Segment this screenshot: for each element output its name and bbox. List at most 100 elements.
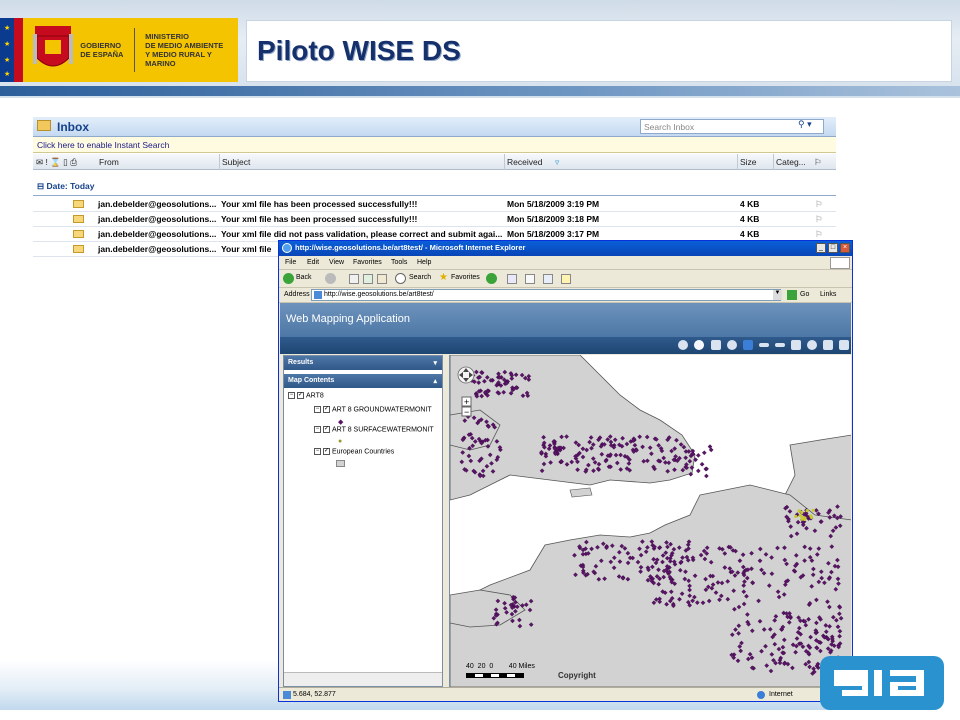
measure-icon[interactable] <box>823 340 833 350</box>
email-row[interactable]: jan.debelder@geosolutions... Your xml fi… <box>33 212 836 227</box>
pan-hand-icon[interactable] <box>711 340 721 350</box>
window-title: http://wise.geosolutions.be/art8test/ - … <box>295 243 526 252</box>
zoom-out-icon[interactable] <box>694 340 704 350</box>
search-icon[interactable] <box>395 273 406 284</box>
collapse-toggle-icon[interactable]: − <box>288 392 295 399</box>
column-from[interactable]: From <box>99 157 119 167</box>
collapse-icon[interactable]: ⊟ <box>37 181 44 191</box>
layer-checkbox[interactable]: ✓ <box>323 448 330 455</box>
column-categories[interactable]: Categ... <box>776 157 806 167</box>
chevron-up-icon[interactable]: ▴ <box>433 377 437 385</box>
surfacewater-point[interactable] <box>800 517 804 521</box>
flag-icon[interactable]: ⚐ <box>815 229 823 240</box>
date-group-header[interactable]: ⊟ Date: Today <box>33 181 95 192</box>
menu-file[interactable]: File <box>285 259 296 266</box>
column-size[interactable]: Size <box>740 157 757 167</box>
map-copyright[interactable]: Copyright <box>558 671 596 680</box>
map-canvas[interactable]: + − <box>450 355 851 687</box>
print-icon[interactable] <box>525 274 535 284</box>
layer-surfacewater[interactable]: − ✓ ART 8 SURFACEWATERMONIT <box>314 426 434 433</box>
pan-control-icon[interactable] <box>457 366 475 384</box>
column-received[interactable]: Received <box>507 157 542 167</box>
collapse-toggle-icon[interactable]: − <box>314 426 321 433</box>
flag-icon[interactable]: ⚐ <box>815 214 823 225</box>
identify-icon[interactable] <box>807 340 817 350</box>
forward-extent-icon[interactable] <box>775 343 785 347</box>
select-icon[interactable] <box>791 340 801 350</box>
email-subject: Your xml file has been processed success… <box>221 199 418 209</box>
importance-icon[interactable]: ✉ ! ⌛ ▯ ⎙ <box>36 157 77 168</box>
edit-icon[interactable] <box>543 274 553 284</box>
go-arrow-icon[interactable] <box>787 290 797 300</box>
map-contents-panel-header[interactable]: Map Contents ▴ <box>284 374 442 388</box>
layer-countries[interactable]: − ✓ European Countries <box>314 448 394 455</box>
menu-view[interactable]: View <box>329 259 344 266</box>
refresh-icon[interactable] <box>363 274 373 284</box>
history-icon[interactable] <box>486 273 497 284</box>
search-button[interactable]: Search <box>409 274 431 281</box>
monitoring-point[interactable] <box>701 450 707 456</box>
search-icon[interactable]: ⚲ ▾ <box>798 119 812 130</box>
surfacewater-point[interactable] <box>794 514 798 519</box>
back-extent-icon[interactable] <box>759 343 769 347</box>
links-button[interactable]: Links <box>820 291 836 298</box>
layer-label: ART 8 SURFACEWATERMONIT <box>332 426 434 434</box>
collapse-toggle-icon[interactable]: − <box>314 406 321 413</box>
close-button[interactable]: × <box>840 243 850 253</box>
email-row[interactable]: jan.debelder@geosolutions... Your xml fi… <box>33 197 836 212</box>
full-extent-icon[interactable] <box>727 340 737 350</box>
layer-groundwater[interactable]: − ✓ ART 8 GROUNDWATERMONIT <box>314 406 432 413</box>
surfacewater-point[interactable] <box>805 509 809 513</box>
flag-column-icon[interactable]: ⚐ <box>814 157 822 168</box>
results-panel-header[interactable]: Results ▾ <box>284 356 442 370</box>
folder-icon[interactable] <box>561 274 571 284</box>
back-button[interactable]: Back <box>296 274 312 281</box>
home-icon[interactable] <box>377 274 387 284</box>
inbox-header: Inbox Search Inbox ⚲ ▾ <box>33 117 836 137</box>
monitoring-point[interactable] <box>699 461 705 467</box>
forward-arrow-icon[interactable] <box>325 273 336 284</box>
horizontal-scrollbar[interactable] <box>284 672 442 686</box>
column-subject[interactable]: Subject <box>222 157 250 167</box>
windows-logo-icon <box>830 257 850 269</box>
layer-checkbox[interactable]: ✓ <box>323 426 330 433</box>
menu-favorites[interactable]: Favorites <box>353 259 382 266</box>
monitoring-point[interactable] <box>704 473 709 479</box>
collapse-toggle-icon[interactable]: − <box>314 448 321 455</box>
menu-edit[interactable]: Edit <box>307 259 319 266</box>
mail-icon[interactable] <box>507 274 517 284</box>
zoom-in-icon[interactable] <box>678 340 688 350</box>
layer-checkbox[interactable]: ✓ <box>323 406 330 413</box>
scale-bar-graphic <box>466 673 524 678</box>
browser-titlebar[interactable]: http://wise.geosolutions.be/art8test/ - … <box>279 241 852 256</box>
menu-tools[interactable]: Tools <box>391 259 407 266</box>
surfacewater-point[interactable] <box>800 510 804 514</box>
monitoring-point[interactable] <box>695 468 701 474</box>
instant-search-bar[interactable]: Click here to enable Instant Search <box>33 137 836 153</box>
surfacewater-point[interactable] <box>809 514 813 518</box>
address-input[interactable]: http://wise.geosolutions.be/art8test/ <box>311 289 781 301</box>
maximize-button[interactable]: □ <box>828 243 838 253</box>
chevron-down-icon[interactable]: ▾ <box>433 359 437 367</box>
surfacewater-point[interactable] <box>811 508 815 512</box>
monitoring-point[interactable] <box>695 453 701 458</box>
go-button[interactable]: Go <box>800 291 809 298</box>
surfacewater-point[interactable] <box>797 509 801 513</box>
search-inbox-input[interactable]: Search Inbox <box>640 119 824 134</box>
address-dropdown-icon[interactable]: ▼ <box>773 290 782 300</box>
back-arrow-icon[interactable] <box>283 273 294 284</box>
layer-checkbox[interactable]: ✓ <box>297 392 304 399</box>
ie-icon <box>282 243 292 253</box>
menu-help[interactable]: Help <box>417 259 431 266</box>
minimize-button[interactable]: _ <box>816 243 826 253</box>
layer-tree-root[interactable]: − ✓ ART8 <box>288 392 324 399</box>
star-icon[interactable]: ★ <box>439 272 448 283</box>
map-view[interactable]: + − 40 20 0 40 Miles Copyright <box>449 355 851 687</box>
land-island <box>569 487 593 498</box>
stop-icon[interactable] <box>349 274 359 284</box>
globe-icon[interactable] <box>743 340 753 350</box>
favorites-button[interactable]: Favorites <box>451 274 480 281</box>
search-map-icon[interactable] <box>839 340 849 350</box>
email-from: jan.debelder@geosolutions... <box>98 199 217 209</box>
flag-icon[interactable]: ⚐ <box>815 199 823 210</box>
